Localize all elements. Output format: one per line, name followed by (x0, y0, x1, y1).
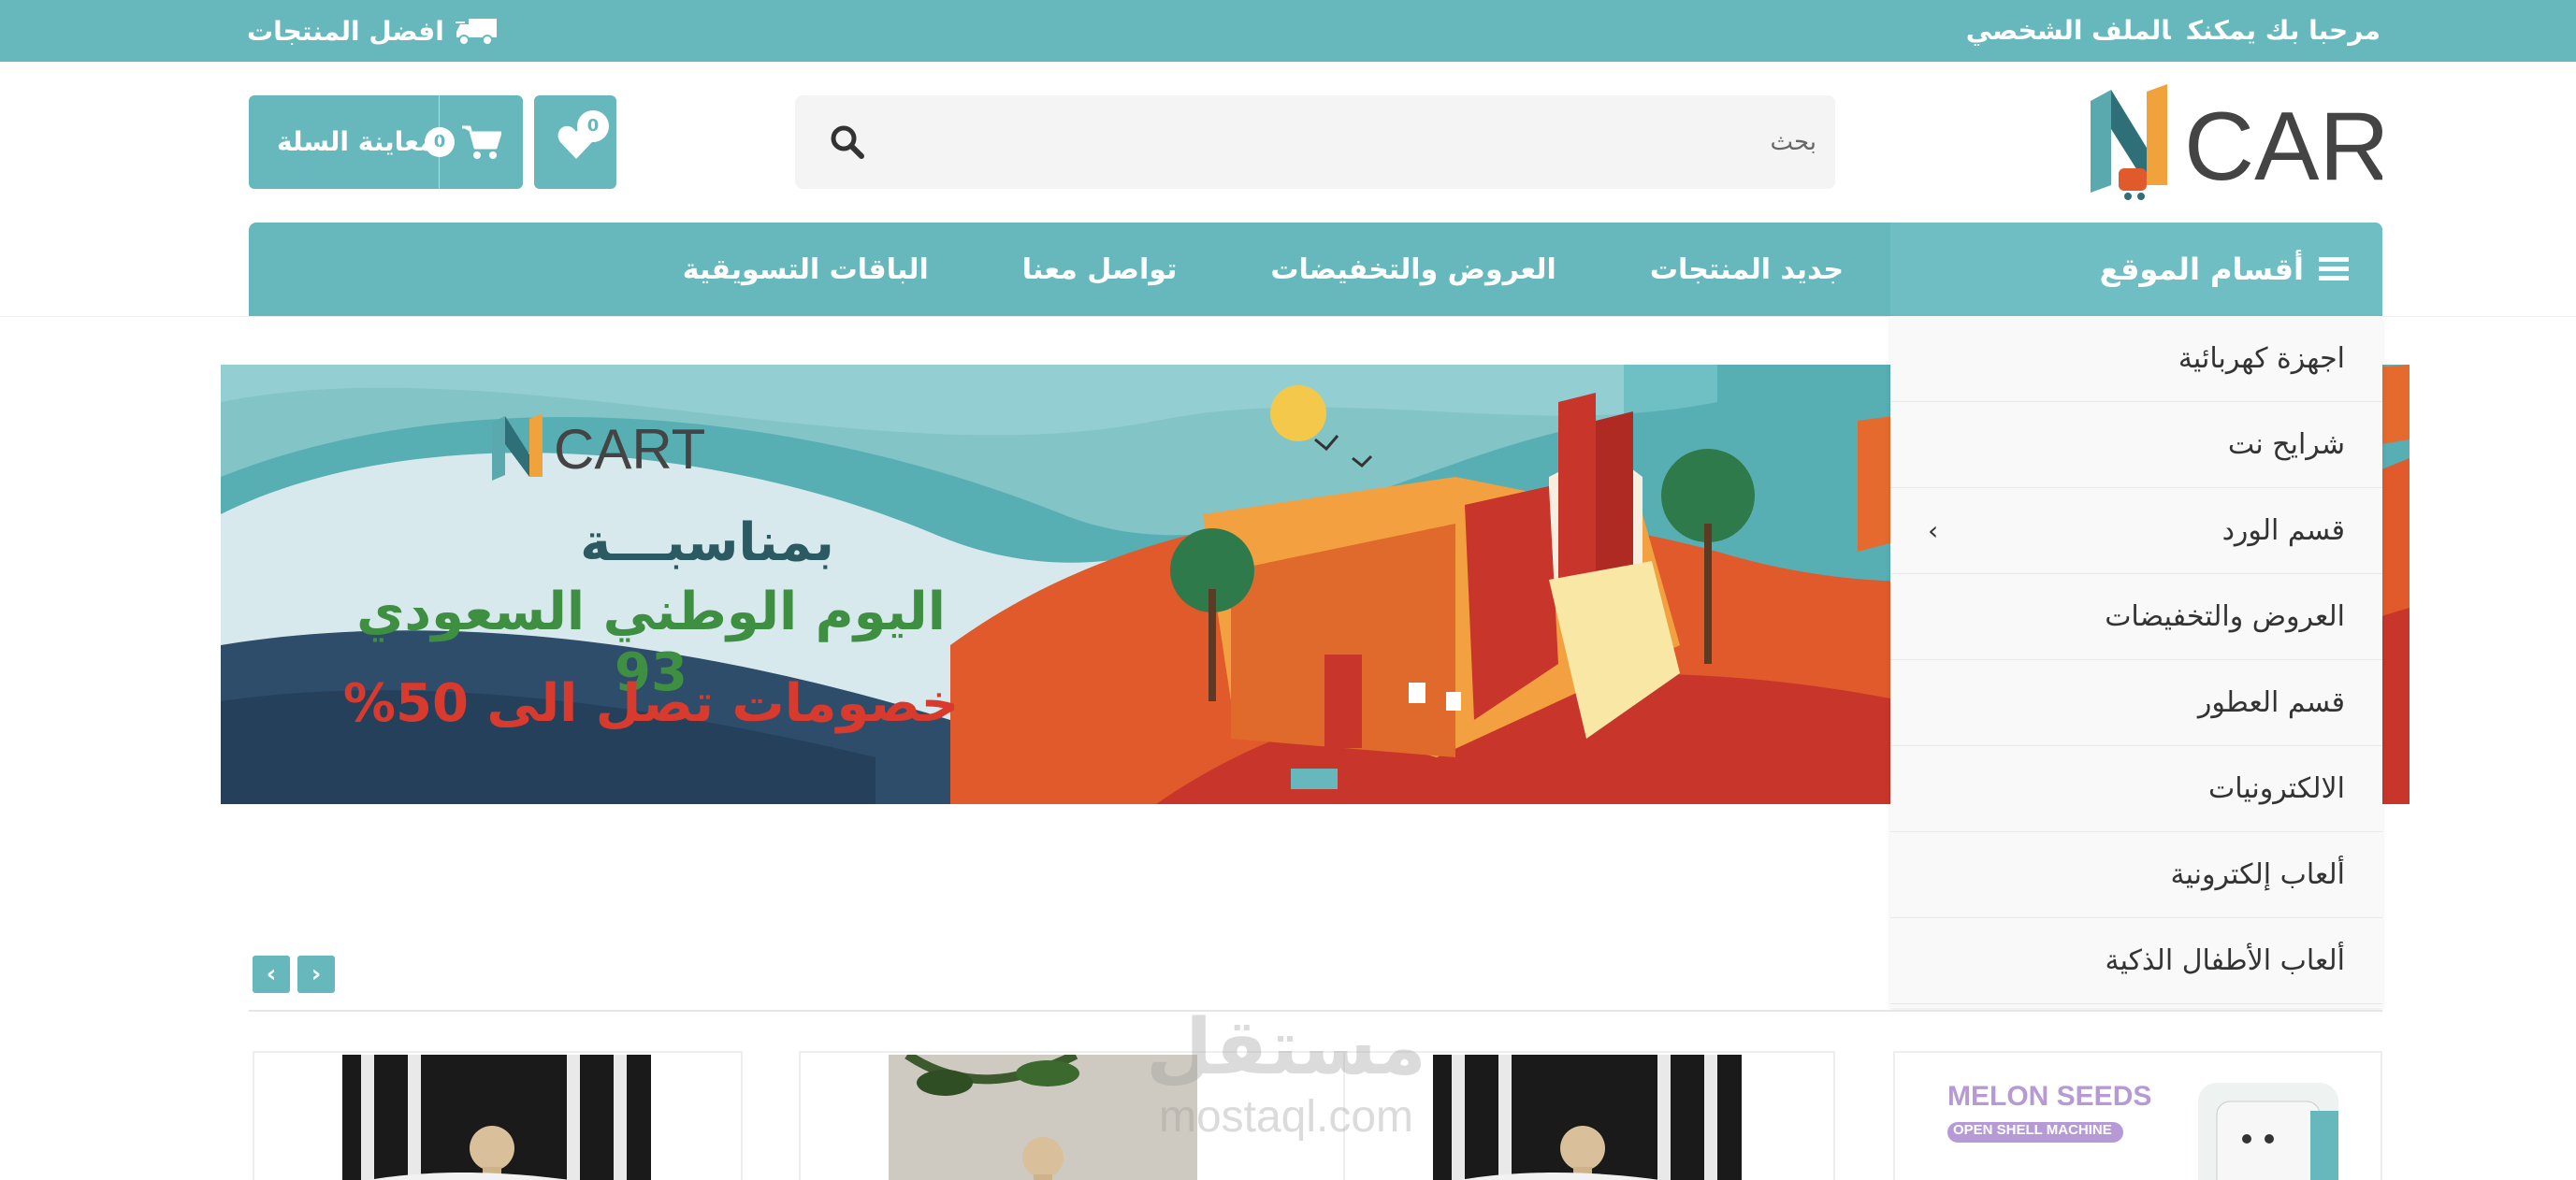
search-icon[interactable] (829, 123, 866, 161)
logo-text: CART (2184, 93, 2382, 201)
category-item-perfumes[interactable]: قسم العطور (1890, 660, 2382, 746)
truck-icon (455, 19, 497, 46)
cart-divider (439, 95, 440, 189)
category-label: العروض والتخفيضات (2105, 600, 2345, 633)
menu-icon (2319, 257, 2349, 281)
nav-link-packages[interactable]: الباقات التسويقية (636, 253, 976, 286)
category-item-electronics[interactable]: الالكترونيات (1890, 746, 2382, 832)
nav-links: جديد المنتجات العروض والتخفيضات تواصل مع… (636, 223, 1890, 316)
categories-toggle[interactable]: أقسام الموقع (1890, 223, 2382, 316)
welcome-text: مرحبا بك يمكنك الملف الشخصي (1949, 0, 2381, 62)
slider-prev-button[interactable]: ‹ (253, 956, 290, 993)
slider-next-button[interactable]: › (297, 956, 335, 993)
categories-label: أقسام الموقع (2099, 252, 2304, 287)
product-card[interactable]: MELON SEEDS OPEN SHELL MACHINE (1893, 1051, 2382, 1180)
category-item-flowers[interactable]: قسم الورد › (1890, 488, 2382, 574)
nav-link-contact[interactable]: تواصل معنا (976, 253, 1224, 286)
banner-line-3: خصومات تصل الى 50% (342, 673, 960, 734)
nav-link-new-products[interactable]: جديد المنتجات (1603, 253, 1890, 286)
banner-brand: CART (554, 418, 706, 481)
search-box (795, 95, 1835, 189)
category-item-video-games[interactable]: ألعاب إلكترونية (1890, 832, 2382, 918)
profile-link[interactable]: الملف الشخصي (1966, 15, 2171, 46)
category-label: اجهزة كهربائية (2178, 342, 2345, 375)
site-logo[interactable]: CART (2091, 82, 2447, 202)
best-products-label: افضل المنتجات (247, 15, 444, 47)
wishlist-count-badge: 0 (577, 110, 609, 142)
category-label: ألعاب إلكترونية (2170, 858, 2346, 891)
product-slider-arrows: ‹ › (253, 956, 335, 993)
category-label: ألعاب الأطفال الذكية (2105, 944, 2345, 977)
product-image (342, 1055, 651, 1180)
nav-link-offers[interactable]: العروض والتخفيضات (1223, 253, 1602, 286)
best-products-link[interactable]: افضل المنتجات (247, 0, 499, 62)
product-title: MELON SEEDS (1947, 1081, 2152, 1112)
slider-dot-active[interactable] (1291, 769, 1338, 789)
category-label: شرايح نت (2227, 428, 2345, 461)
category-item-electrical[interactable]: اجهزة كهربائية (1890, 316, 2382, 402)
product-image (1433, 1055, 1742, 1180)
category-item-sim-cards[interactable]: شرايح نت (1890, 402, 2382, 488)
chevron-right-icon: › (311, 960, 322, 988)
watermark-en: mostaql.com (1158, 1092, 1414, 1142)
main-nav: أقسام الموقع جديد المنتجات العروض والتخف… (249, 223, 2382, 316)
chevron-left-icon: ‹ (266, 960, 277, 988)
watermark: مستقل mostaql.com (1132, 1005, 1440, 1155)
cart-count-badge: 0 (425, 127, 455, 157)
chevron-right-icon: › (1928, 515, 1939, 546)
cart-button[interactable]: معاينة السلة 0 (249, 95, 523, 189)
categories-dropdown: اجهزة كهربائية شرايح نت قسم الورد › العرو… (1890, 316, 2382, 1008)
product-card[interactable] (253, 1051, 743, 1180)
welcome-label: مرحبا بك يمكنك (2187, 15, 2381, 46)
category-label: قسم الورد (2221, 514, 2345, 547)
category-label: قسم العطور (2197, 686, 2345, 719)
category-label: الالكترونيات (2207, 772, 2345, 805)
watermark-ar: مستقل (1146, 1003, 1426, 1092)
cart-icon (462, 125, 501, 159)
category-item-smart-kids-toys[interactable]: ألعاب الأطفال الذكية (1890, 918, 2382, 1004)
cart-label: معاينة السلة (277, 126, 436, 157)
search-input[interactable] (900, 95, 1835, 189)
product-image (1918, 1055, 2357, 1180)
banner-line-1: بمناسبـــة (580, 512, 834, 573)
category-item-offers[interactable]: العروض والتخفيضات (1890, 574, 2382, 660)
top-bar: مرحبا بك يمكنك الملف الشخصي افضل المنتجات (0, 0, 2576, 62)
product-subtitle: OPEN SHELL MACHINE (1953, 1122, 2112, 1138)
wishlist-button[interactable]: 0 (534, 95, 616, 189)
